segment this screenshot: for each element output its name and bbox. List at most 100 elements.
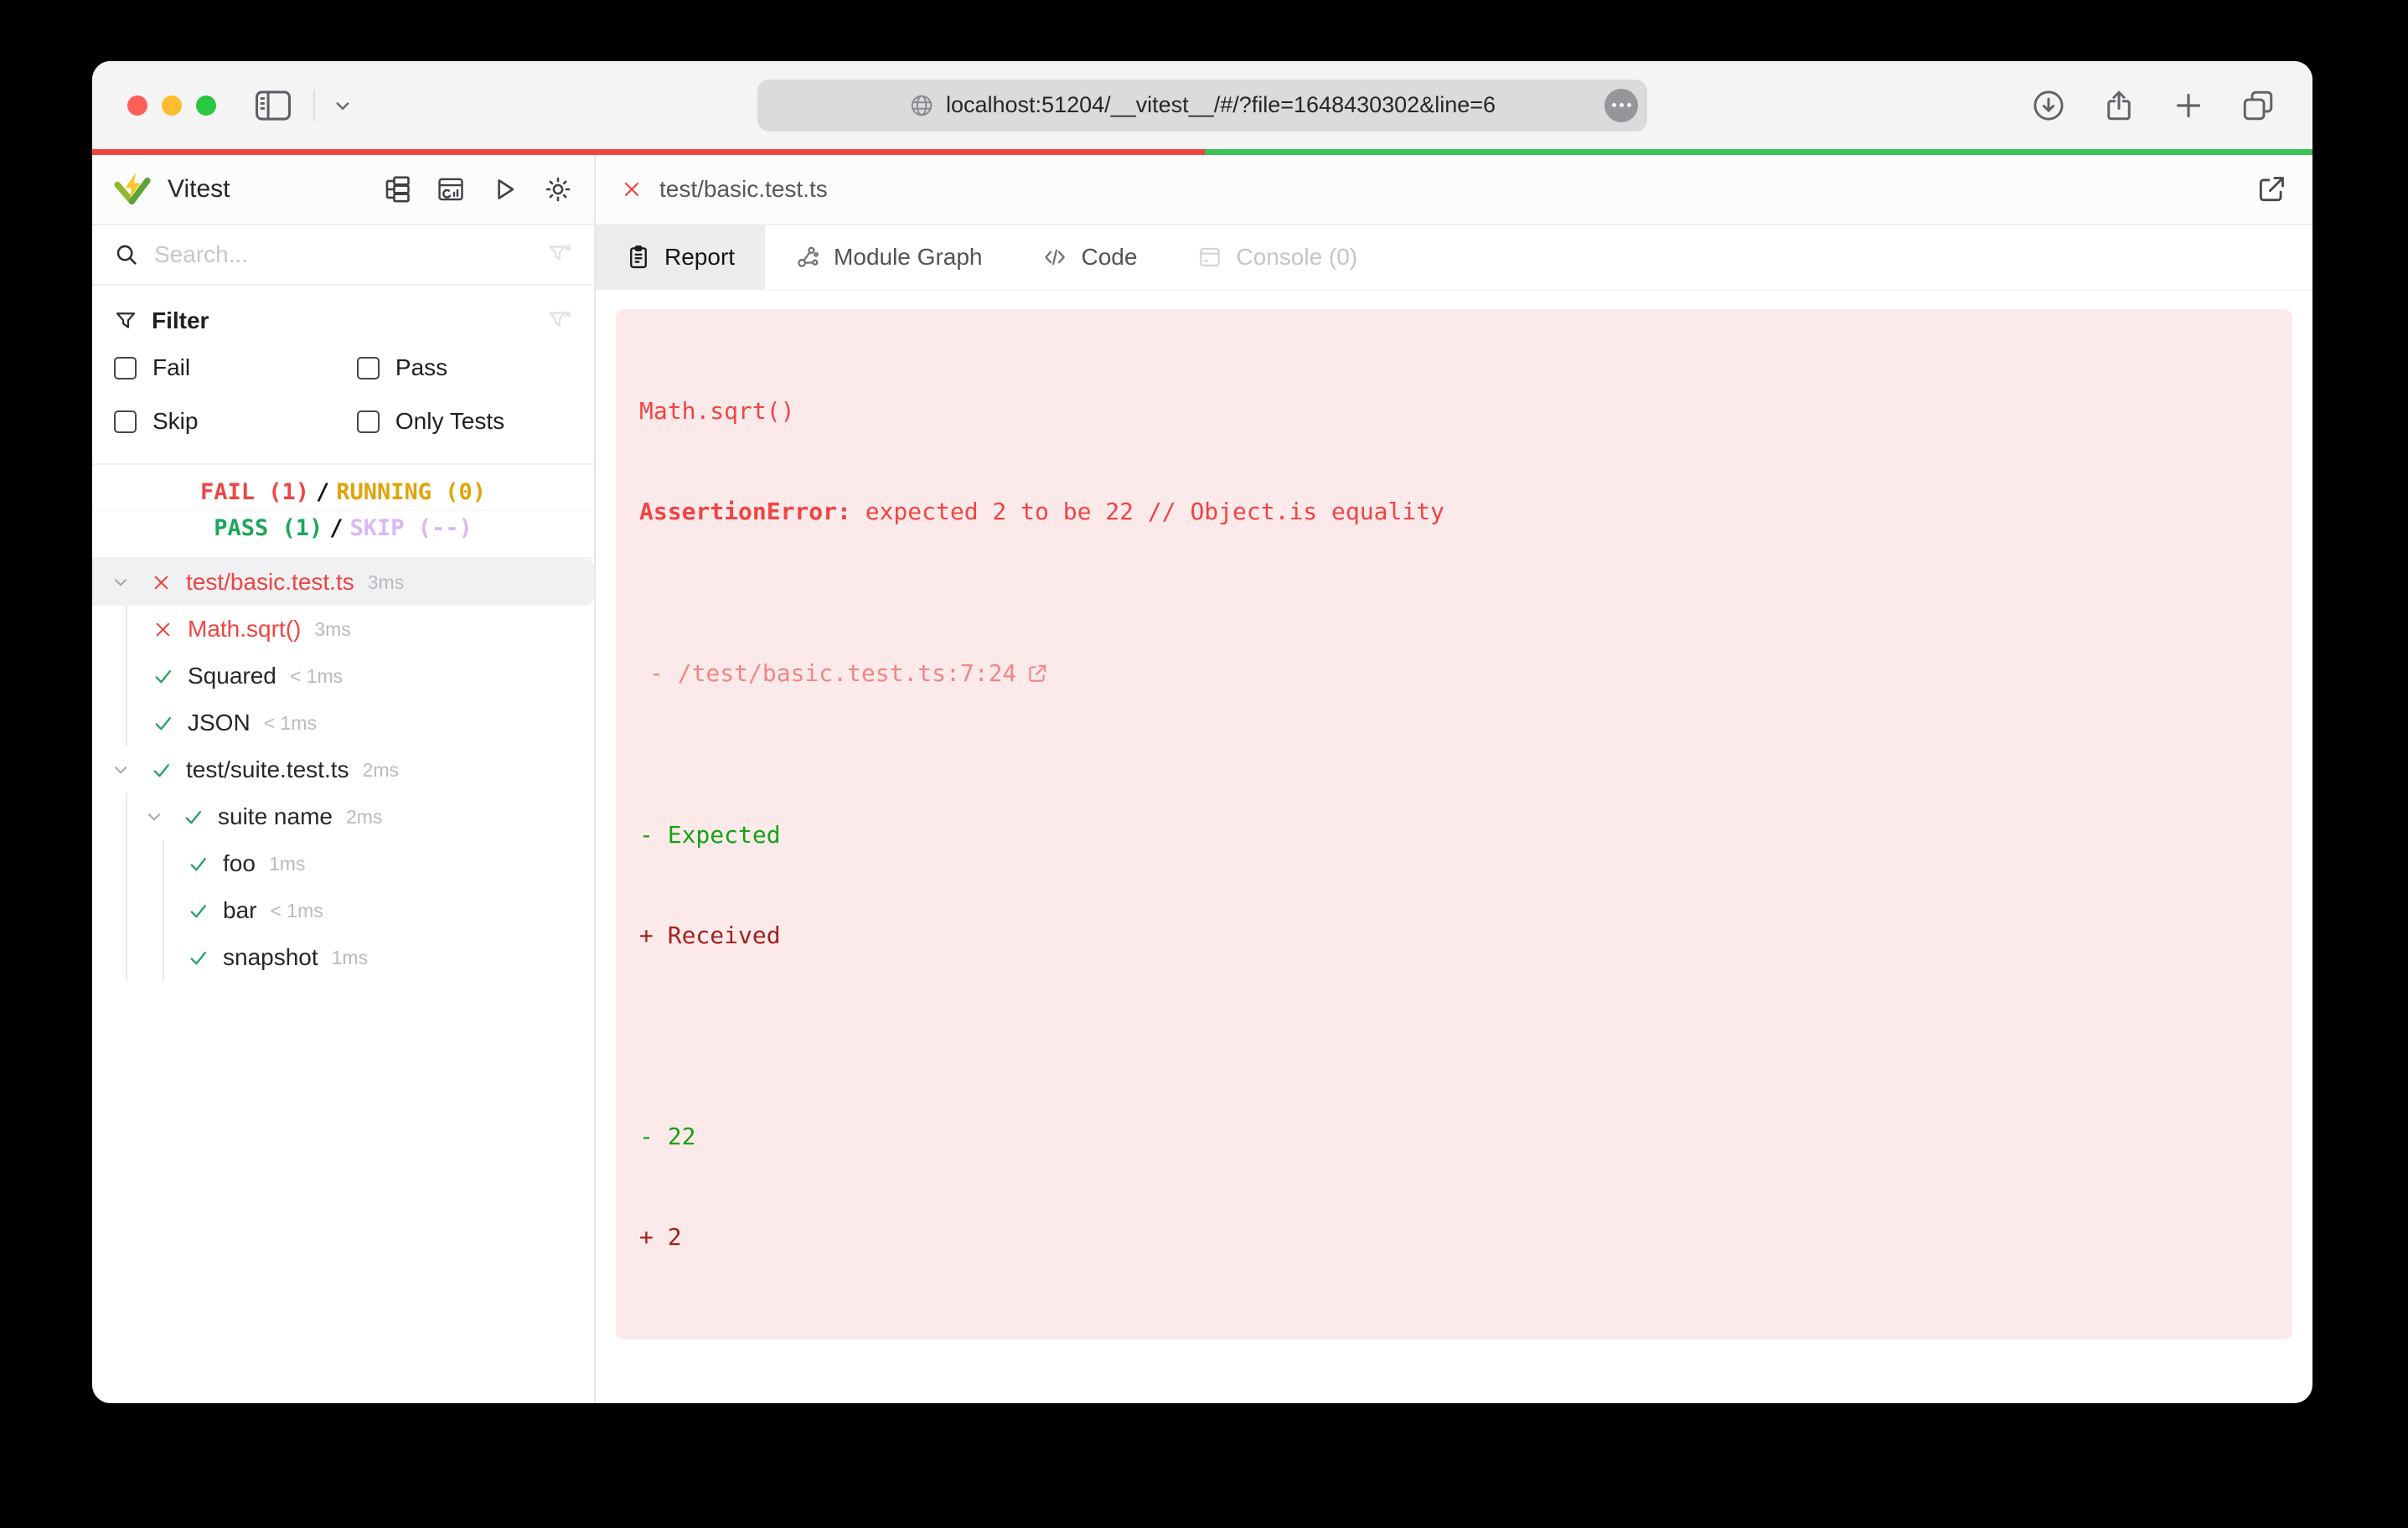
- test-duration: < 1ms: [270, 899, 323, 921]
- test-name: Squared: [188, 663, 276, 689]
- tab-label: Module Graph: [834, 244, 983, 270]
- module-graph-icon: [795, 245, 820, 270]
- filter-checkbox-only-tests[interactable]: Only Tests: [356, 408, 572, 435]
- error-message: expected 2 to be 22 // Object.is equalit…: [865, 498, 1444, 525]
- error-name: AssertionError:: [639, 498, 866, 525]
- checkbox-label: Pass: [395, 354, 448, 380]
- diff-expected-label: - Expected: [639, 821, 781, 849]
- zoom-window-button[interactable]: [196, 95, 216, 116]
- clear-filters-icon[interactable]: [547, 308, 572, 333]
- url-text: localhost:51204/__vitest__/#/?file=16484…: [945, 92, 1496, 117]
- test-duration: < 1ms: [263, 711, 317, 734]
- tab-report[interactable]: Report: [596, 225, 766, 289]
- report-icon: [626, 245, 651, 270]
- tree-row-suite-name[interactable]: suite name 2ms: [92, 793, 594, 840]
- address-bar[interactable]: localhost:51204/__vitest__/#/?file=16484…: [757, 79, 1647, 132]
- test-duration: 1ms: [268, 852, 306, 875]
- filter-checkbox-fail[interactable]: Fail: [114, 354, 357, 381]
- external-link-icon[interactable]: [1026, 596, 1224, 751]
- search-icon: [114, 242, 139, 267]
- tab-code[interactable]: Code: [1012, 225, 1167, 289]
- pass-icon: [188, 947, 209, 968]
- chevron-down-icon[interactable]: [144, 807, 166, 827]
- filter-checkbox-skip[interactable]: Skip: [114, 408, 357, 435]
- toolbar-divider: [313, 89, 315, 121]
- code-icon: [1042, 245, 1067, 270]
- tree-row-json[interactable]: JSON < 1ms: [92, 699, 594, 746]
- globe-icon: [909, 93, 934, 118]
- summary-separator: /: [315, 479, 330, 505]
- tree-row-suite-test-file[interactable]: test/suite.test.ts 2ms: [92, 746, 594, 793]
- more-options-button[interactable]: [1604, 88, 1638, 122]
- sidebar-toggle-icon[interactable]: [255, 90, 292, 121]
- suite-name: suite name: [218, 803, 333, 829]
- tree-row-bar[interactable]: bar < 1ms: [92, 887, 594, 934]
- tab-console[interactable]: Console (0): [1167, 225, 1387, 289]
- vitest-logo: [114, 171, 151, 208]
- tab-label: Console (0): [1236, 244, 1358, 270]
- pass-icon: [188, 854, 209, 875]
- tree-row-basic-test-file[interactable]: test/basic.test.ts 3ms: [92, 559, 594, 606]
- tab-overview-icon[interactable]: [2240, 88, 2276, 123]
- test-file-name: test/suite.test.ts: [186, 756, 349, 782]
- test-name: Math.sqrt(): [188, 616, 302, 642]
- browser-window: localhost:51204/__vitest__/#/?file=16484…: [92, 61, 2312, 1403]
- checkbox-label: Fail: [152, 354, 191, 380]
- summary-pass-count: PASS (1): [214, 515, 323, 541]
- tab-label: Report: [664, 244, 736, 270]
- run-all-icon[interactable]: [490, 175, 519, 204]
- dashboard-icon[interactable]: [437, 175, 465, 204]
- error-test-name: Math.sqrt(): [639, 397, 795, 425]
- filter-checkbox-pass[interactable]: Pass: [356, 354, 572, 381]
- chevron-down-icon[interactable]: [111, 572, 132, 592]
- diff-received-label: + Received: [639, 921, 781, 949]
- downloads-icon[interactable]: [2031, 88, 2066, 123]
- stack-frame-link[interactable]: - /test/basic.test.ts:7:24: [649, 657, 1016, 690]
- chevron-down-icon[interactable]: [330, 93, 355, 118]
- search-bar: [92, 225, 594, 286]
- open-file-name: test/basic.test.ts: [659, 176, 828, 202]
- test-progress-bar: [92, 149, 2312, 155]
- browser-actions: [2031, 88, 2276, 123]
- sidebar-header: Vitest: [92, 155, 594, 225]
- diff-expected-value: - 22: [639, 1123, 696, 1150]
- collapse-tests-icon[interactable]: [383, 175, 411, 204]
- traffic-lights: [127, 95, 216, 116]
- new-tab-icon[interactable]: [2172, 89, 2205, 122]
- checkbox-icon: [114, 356, 137, 379]
- filter-panel: Filter Fail Pass Skip Only Tests: [92, 286, 594, 465]
- close-window-button[interactable]: [127, 95, 147, 116]
- test-duration: 2ms: [362, 758, 399, 781]
- filter-title: Filter: [152, 307, 209, 333]
- search-input[interactable]: [154, 241, 532, 268]
- diff-received-value: + 2: [639, 1223, 682, 1251]
- share-icon[interactable]: [2101, 88, 2137, 123]
- tree-row-math-sqrt[interactable]: Math.sqrt() 3ms: [92, 606, 594, 653]
- chevron-down-icon[interactable]: [111, 760, 132, 780]
- assertion-error-box: Math.sqrt() AssertionError: expected 2 t…: [616, 309, 2292, 1340]
- summary-fail-count: FAIL (1): [199, 479, 309, 505]
- test-name: foo: [223, 850, 256, 876]
- tab-module-graph[interactable]: Module Graph: [765, 225, 1012, 289]
- minimize-window-button[interactable]: [162, 95, 182, 116]
- test-name: snapshot: [223, 944, 318, 970]
- test-duration: 3ms: [367, 570, 405, 593]
- test-duration: < 1ms: [289, 664, 344, 687]
- open-in-editor-icon[interactable]: [2256, 173, 2287, 205]
- tree-row-snapshot[interactable]: snapshot 1ms: [92, 934, 594, 981]
- tree-row-squared[interactable]: Squared < 1ms: [92, 653, 594, 699]
- checkbox-icon: [356, 356, 380, 379]
- test-duration: 3ms: [314, 617, 351, 640]
- file-header: test/basic.test.ts: [596, 155, 2312, 225]
- tree-row-foo[interactable]: foo 1ms: [92, 840, 594, 887]
- test-name: bar: [223, 897, 257, 923]
- clear-search-filter-icon[interactable]: [547, 242, 572, 267]
- main-panel: test/basic.test.ts Report Module Graph C…: [596, 155, 2312, 1403]
- checkbox-icon: [356, 410, 380, 433]
- test-name: JSON: [188, 710, 251, 736]
- fail-icon: [621, 178, 643, 200]
- app-title: Vitest: [168, 175, 230, 203]
- checkbox-label: Skip: [152, 408, 199, 434]
- theme-toggle-sun-icon[interactable]: [544, 175, 572, 204]
- summary-skip-count: SKIP (--): [349, 515, 473, 541]
